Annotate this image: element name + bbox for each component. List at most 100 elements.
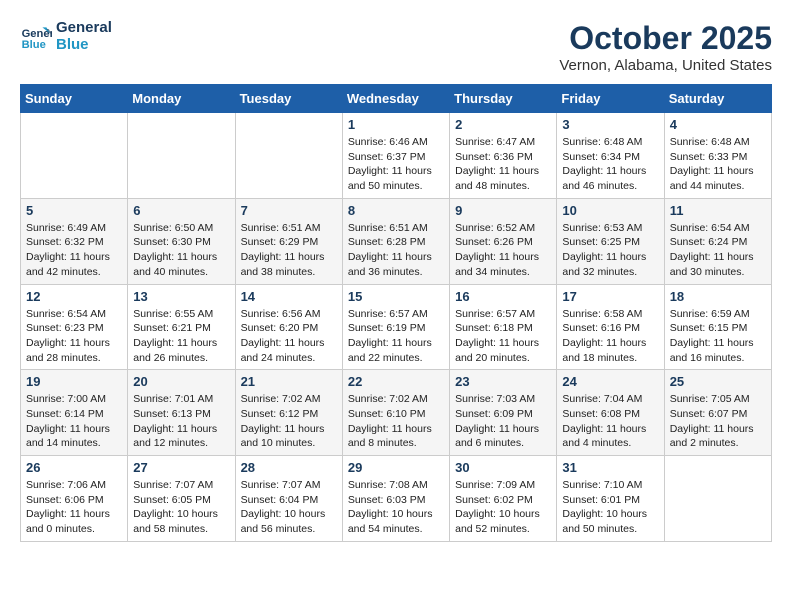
day-info: Sunrise: 6:56 AM Sunset: 6:20 PM Dayligh… (241, 307, 337, 366)
calendar-cell: 15 Sunrise: 6:57 AM Sunset: 6:19 PM Dayli… (342, 284, 449, 370)
calendar-cell: 17Sunrise: 6:58 AM Sunset: 6:16 PM Dayli… (557, 284, 664, 370)
day-number: 27 (133, 460, 229, 475)
day-info: Sunrise: 7:03 AM Sunset: 6:09 PM Dayligh… (455, 392, 551, 451)
logo-line2: Blue (56, 37, 112, 54)
title-block: October 2025 Vernon, Alabama, United Sta… (559, 20, 772, 74)
calendar-cell: 18Sunrise: 6:59 AM Sunset: 6:15 PM Dayli… (664, 284, 771, 370)
day-number: 9 (455, 203, 551, 218)
day-number: 25 (670, 374, 766, 389)
day-info: Sunrise: 7:07 AM Sunset: 6:05 PM Dayligh… (133, 478, 229, 537)
day-info: Sunrise: 6:47 AM Sunset: 6:36 PM Dayligh… (455, 135, 551, 194)
header-day-wednesday: Wednesday (342, 85, 449, 113)
day-info: Sunrise: 7:09 AM Sunset: 6:02 PM Dayligh… (455, 478, 551, 537)
calendar-body: 1Sunrise: 6:46 AM Sunset: 6:37 PM Daylig… (21, 113, 772, 542)
day-number: 4 (670, 117, 766, 132)
calendar-cell: 9 Sunrise: 6:52 AM Sunset: 6:26 PM Daylig… (450, 198, 557, 284)
calendar-cell: 6 Sunrise: 6:50 AM Sunset: 6:30 PM Daylig… (128, 198, 235, 284)
day-info: Sunrise: 6:52 AM Sunset: 6:26 PM Dayligh… (455, 221, 551, 280)
calendar-week-4: 19 Sunrise: 7:00 AM Sunset: 6:14 PM Dayli… (21, 370, 772, 456)
calendar-cell (21, 113, 128, 199)
calendar-cell: 4 Sunrise: 6:48 AM Sunset: 6:33 PM Daylig… (664, 113, 771, 199)
day-number: 14 (241, 289, 337, 304)
calendar-cell: 25 Sunrise: 7:05 AM Sunset: 6:07 PM Dayli… (664, 370, 771, 456)
calendar-cell: 7 Sunrise: 6:51 AM Sunset: 6:29 PM Daylig… (235, 198, 342, 284)
calendar-cell: 21 Sunrise: 7:02 AM Sunset: 6:12 PM Dayli… (235, 370, 342, 456)
day-info: Sunrise: 6:49 AM Sunset: 6:32 PM Dayligh… (26, 221, 122, 280)
calendar-cell: 8Sunrise: 6:51 AM Sunset: 6:28 PM Daylig… (342, 198, 449, 284)
day-number: 17 (562, 289, 658, 304)
svg-text:Blue: Blue (22, 39, 46, 51)
calendar-cell: 19 Sunrise: 7:00 AM Sunset: 6:14 PM Dayli… (21, 370, 128, 456)
day-number: 13 (133, 289, 229, 304)
logo: General Blue General Blue (20, 20, 112, 53)
calendar-cell: 2Sunrise: 6:47 AM Sunset: 6:36 PM Daylig… (450, 113, 557, 199)
day-number: 21 (241, 374, 337, 389)
header-day-monday: Monday (128, 85, 235, 113)
day-number: 31 (562, 460, 658, 475)
calendar-cell: 20Sunrise: 7:01 AM Sunset: 6:13 PM Dayli… (128, 370, 235, 456)
day-number: 24 (562, 374, 658, 389)
day-number: 19 (26, 374, 122, 389)
day-info: Sunrise: 7:05 AM Sunset: 6:07 PM Dayligh… (670, 392, 766, 451)
day-info: Sunrise: 7:02 AM Sunset: 6:12 PM Dayligh… (241, 392, 337, 451)
calendar-cell: 24 Sunrise: 7:04 AM Sunset: 6:08 PM Dayli… (557, 370, 664, 456)
day-number: 29 (348, 460, 444, 475)
day-number: 10 (562, 203, 658, 218)
day-info: Sunrise: 6:51 AM Sunset: 6:29 PM Dayligh… (241, 221, 337, 280)
day-info: Sunrise: 7:04 AM Sunset: 6:08 PM Dayligh… (562, 392, 658, 451)
day-number: 15 (348, 289, 444, 304)
day-number: 1 (348, 117, 444, 132)
day-info: Sunrise: 6:54 AM Sunset: 6:23 PM Dayligh… (26, 307, 122, 366)
calendar-cell: 22Sunrise: 7:02 AM Sunset: 6:10 PM Dayli… (342, 370, 449, 456)
day-number: 11 (670, 203, 766, 218)
day-number: 3 (562, 117, 658, 132)
day-info: Sunrise: 7:08 AM Sunset: 6:03 PM Dayligh… (348, 478, 444, 537)
calendar-cell: 5 Sunrise: 6:49 AM Sunset: 6:32 PM Daylig… (21, 198, 128, 284)
calendar-cell: 10Sunrise: 6:53 AM Sunset: 6:25 PM Dayli… (557, 198, 664, 284)
calendar-cell: 28Sunrise: 7:07 AM Sunset: 6:04 PM Dayli… (235, 456, 342, 542)
day-number: 23 (455, 374, 551, 389)
day-info: Sunrise: 7:10 AM Sunset: 6:01 PM Dayligh… (562, 478, 658, 537)
day-number: 7 (241, 203, 337, 218)
day-info: Sunrise: 6:50 AM Sunset: 6:30 PM Dayligh… (133, 221, 229, 280)
day-info: Sunrise: 6:51 AM Sunset: 6:28 PM Dayligh… (348, 221, 444, 280)
header-day-saturday: Saturday (664, 85, 771, 113)
logo-line1: General (56, 20, 112, 37)
calendar-cell: 3 Sunrise: 6:48 AM Sunset: 6:34 PM Daylig… (557, 113, 664, 199)
calendar-week-3: 12 Sunrise: 6:54 AM Sunset: 6:23 PM Dayli… (21, 284, 772, 370)
day-info: Sunrise: 7:00 AM Sunset: 6:14 PM Dayligh… (26, 392, 122, 451)
day-info: Sunrise: 7:07 AM Sunset: 6:04 PM Dayligh… (241, 478, 337, 537)
calendar-week-5: 26 Sunrise: 7:06 AM Sunset: 6:06 PM Dayli… (21, 456, 772, 542)
day-number: 30 (455, 460, 551, 475)
day-info: Sunrise: 6:55 AM Sunset: 6:21 PM Dayligh… (133, 307, 229, 366)
day-number: 6 (133, 203, 229, 218)
calendar-cell: 31 Sunrise: 7:10 AM Sunset: 6:01 PM Dayli… (557, 456, 664, 542)
calendar-cell: 27 Sunrise: 7:07 AM Sunset: 6:05 PM Dayli… (128, 456, 235, 542)
day-info: Sunrise: 6:57 AM Sunset: 6:18 PM Dayligh… (455, 307, 551, 366)
day-number: 12 (26, 289, 122, 304)
calendar-week-1: 1Sunrise: 6:46 AM Sunset: 6:37 PM Daylig… (21, 113, 772, 199)
calendar-cell: 12 Sunrise: 6:54 AM Sunset: 6:23 PM Dayli… (21, 284, 128, 370)
day-number: 20 (133, 374, 229, 389)
calendar-week-2: 5 Sunrise: 6:49 AM Sunset: 6:32 PM Daylig… (21, 198, 772, 284)
calendar-cell: 11 Sunrise: 6:54 AM Sunset: 6:24 PM Dayli… (664, 198, 771, 284)
calendar-cell: 1Sunrise: 6:46 AM Sunset: 6:37 PM Daylig… (342, 113, 449, 199)
day-info: Sunrise: 6:48 AM Sunset: 6:34 PM Dayligh… (562, 135, 658, 194)
calendar-cell: 13 Sunrise: 6:55 AM Sunset: 6:21 PM Dayli… (128, 284, 235, 370)
page-title: October 2025 (559, 20, 772, 57)
calendar-cell (128, 113, 235, 199)
header-day-tuesday: Tuesday (235, 85, 342, 113)
calendar-cell: 30 Sunrise: 7:09 AM Sunset: 6:02 PM Dayli… (450, 456, 557, 542)
calendar-cell: 23 Sunrise: 7:03 AM Sunset: 6:09 PM Dayli… (450, 370, 557, 456)
day-info: Sunrise: 7:06 AM Sunset: 6:06 PM Dayligh… (26, 478, 122, 537)
calendar-cell: 29 Sunrise: 7:08 AM Sunset: 6:03 PM Dayli… (342, 456, 449, 542)
day-info: Sunrise: 6:48 AM Sunset: 6:33 PM Dayligh… (670, 135, 766, 194)
day-info: Sunrise: 6:57 AM Sunset: 6:19 PM Dayligh… (348, 307, 444, 366)
day-info: Sunrise: 6:54 AM Sunset: 6:24 PM Dayligh… (670, 221, 766, 280)
page-header: General Blue General Blue October 2025 V… (20, 20, 772, 74)
day-info: Sunrise: 7:02 AM Sunset: 6:10 PM Dayligh… (348, 392, 444, 451)
day-number: 5 (26, 203, 122, 218)
calendar-cell: 16Sunrise: 6:57 AM Sunset: 6:18 PM Dayli… (450, 284, 557, 370)
day-number: 26 (26, 460, 122, 475)
calendar-header: SundayMondayTuesdayWednesdayThursdayFrid… (21, 85, 772, 113)
